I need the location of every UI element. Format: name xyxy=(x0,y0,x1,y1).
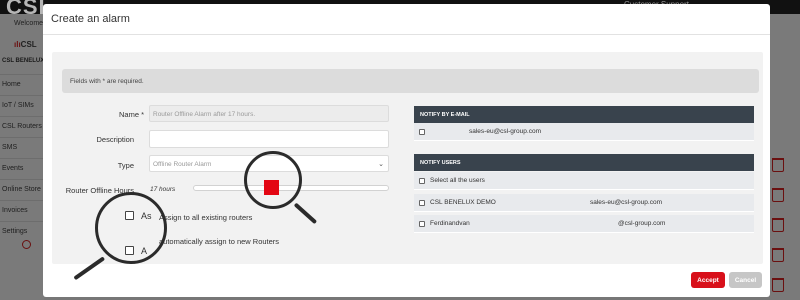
magnifier-icon xyxy=(95,192,167,264)
type-select-value: Offline Router Alarm xyxy=(153,161,212,168)
modal-title: Create an alarm xyxy=(51,13,130,25)
trash-icon[interactable] xyxy=(772,278,784,292)
assign-existing-label: Assign to all existing routers xyxy=(159,213,253,222)
sidebar: ılıCSL CSL BENELUX D Home IoT / SIMs CSL… xyxy=(0,34,51,300)
required-fields-note: Fields with * are required. xyxy=(62,69,759,93)
sidebar-item-sms[interactable]: SMS xyxy=(0,137,44,157)
user-row: CSL BENELUX DEMO sales-eu@csl-group.com xyxy=(414,194,754,212)
type-label: Type xyxy=(117,161,134,170)
sidebar-item-events[interactable]: Events xyxy=(0,158,44,178)
select-all-row: Select all the users xyxy=(414,172,754,190)
trash-icon[interactable] xyxy=(772,248,784,262)
logo-mark-icon: ılı xyxy=(14,40,21,49)
description-textarea[interactable] xyxy=(149,130,389,148)
sidebar-item-online-store[interactable]: Online Store xyxy=(0,179,44,199)
welcome-text: Welcome xyxy=(0,14,44,34)
user-row-checkbox[interactable] xyxy=(419,221,425,227)
user-row: Ferdinandvan @csl-group.com xyxy=(414,215,754,233)
name-label: Name * xyxy=(118,110,144,119)
background-table-edge xyxy=(770,14,800,300)
logout-icon[interactable] xyxy=(22,240,31,249)
sidebar-item-csl-routers[interactable]: CSL Routers xyxy=(0,116,44,136)
sidebar-logo: ılıCSL xyxy=(0,34,44,56)
notify-email-header: NOTIFY BY E-MAIL xyxy=(414,106,754,123)
select-all-label: Select all the users xyxy=(430,177,485,184)
trash-icon[interactable] xyxy=(772,218,784,232)
magnifier-icon xyxy=(244,151,302,209)
accept-button[interactable]: Accept xyxy=(691,272,725,288)
user-name: Ferdinandvan xyxy=(430,220,470,227)
logo-text: CSL xyxy=(20,40,37,49)
sidebar-item-iot-sims[interactable]: IoT / SIMs xyxy=(0,95,44,115)
user-name: CSL BENELUX DEMO xyxy=(430,199,496,206)
user-email: sales-eu@csl-group.com xyxy=(590,199,662,206)
trash-icon[interactable] xyxy=(772,188,784,202)
trash-icon[interactable] xyxy=(772,158,784,172)
sidebar-item-settings[interactable]: Settings xyxy=(0,221,44,241)
cancel-button[interactable]: Cancel xyxy=(729,272,762,288)
select-all-checkbox[interactable] xyxy=(419,178,425,184)
sidebar-item-invoices[interactable]: Invoices xyxy=(0,200,44,220)
company-name: CSL BENELUX D xyxy=(2,58,51,64)
modal-divider xyxy=(43,34,770,35)
user-row-checkbox[interactable] xyxy=(419,200,425,206)
assign-new-label: automatically assign to new Routers xyxy=(159,237,280,246)
email-row: sales-eu@csl-group.com xyxy=(414,123,754,141)
sidebar-item-home[interactable]: Home xyxy=(0,74,44,94)
notify-users-header: NOTIFY USERS xyxy=(414,154,754,171)
email-row-checkbox[interactable] xyxy=(419,129,425,135)
name-input[interactable]: Router Offline Alarm after 17 hours. xyxy=(149,105,389,122)
user-email: @csl-group.com xyxy=(618,220,666,227)
chevron-down-icon: ⌄ xyxy=(378,161,384,168)
description-label: Description xyxy=(96,135,134,144)
email-address: sales-eu@csl-group.com xyxy=(469,128,541,135)
offline-hours-value: 17 hours xyxy=(150,186,176,193)
